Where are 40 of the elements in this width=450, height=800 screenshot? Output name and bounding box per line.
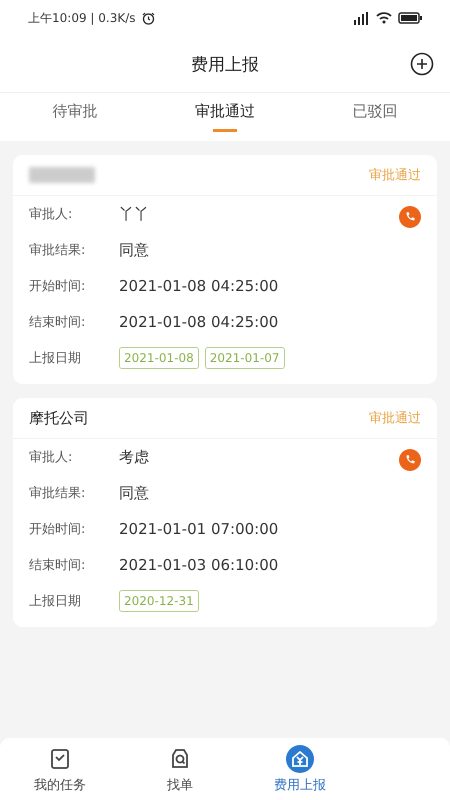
field-value: 丫丫	[119, 204, 149, 224]
field-value: 考虑	[119, 448, 149, 466]
nav-item[interactable]: 找单	[120, 738, 240, 800]
field-label: 审批结果:	[29, 242, 86, 259]
field-label: 开始时间:	[29, 278, 86, 295]
tab[interactable]: 审批通过	[150, 93, 300, 141]
phone-icon[interactable]	[399, 449, 421, 471]
field-value: 同意	[119, 484, 149, 502]
field-value: 同意	[119, 240, 149, 260]
status-label: 审批通过	[369, 410, 421, 427]
field-value: 2021-01-08 04:25:00	[119, 313, 278, 331]
field-label: 结束时间:	[29, 314, 86, 331]
signal-icon	[354, 12, 370, 24]
wifi-icon	[376, 12, 392, 24]
page-title: 费用上报	[191, 54, 259, 76]
nav-item[interactable]: 费用上报	[240, 738, 360, 800]
field-label: 开始时间:	[29, 521, 86, 538]
tab[interactable]: 已驳回	[300, 93, 450, 141]
field-label: 结束时间:	[29, 557, 86, 574]
date-tag: 2020-12-31	[119, 590, 199, 612]
card-title: 摩托公司	[29, 408, 89, 428]
field-label: 上报日期	[29, 350, 82, 367]
date-tag: 2021-01-08	[119, 347, 199, 369]
battery-icon	[398, 12, 422, 24]
field-label: 审批人:	[29, 206, 74, 223]
phone-icon[interactable]	[399, 206, 421, 228]
alarm-clock-icon	[142, 12, 155, 24]
field-value: 2021-01-03 06:10:00	[119, 556, 278, 574]
field-label: 上报日期	[29, 593, 82, 610]
field-label: 审批结果:	[29, 485, 86, 502]
house-icon	[286, 744, 314, 772]
status-time: 上午10:09 | 0.3K/s	[28, 10, 136, 26]
tab[interactable]: 待审批	[0, 93, 150, 141]
nav-item[interactable]: 我的任务	[0, 738, 120, 800]
field-value: 2021-01-08 04:25:00	[119, 277, 278, 295]
field-value: 2021-01-01 07:00:00	[119, 520, 278, 538]
add-icon[interactable]	[410, 52, 434, 76]
field-label: 审批人:	[29, 449, 74, 466]
date-tag: 2021-01-07	[204, 347, 284, 369]
status-label: 审批通过	[369, 167, 421, 184]
